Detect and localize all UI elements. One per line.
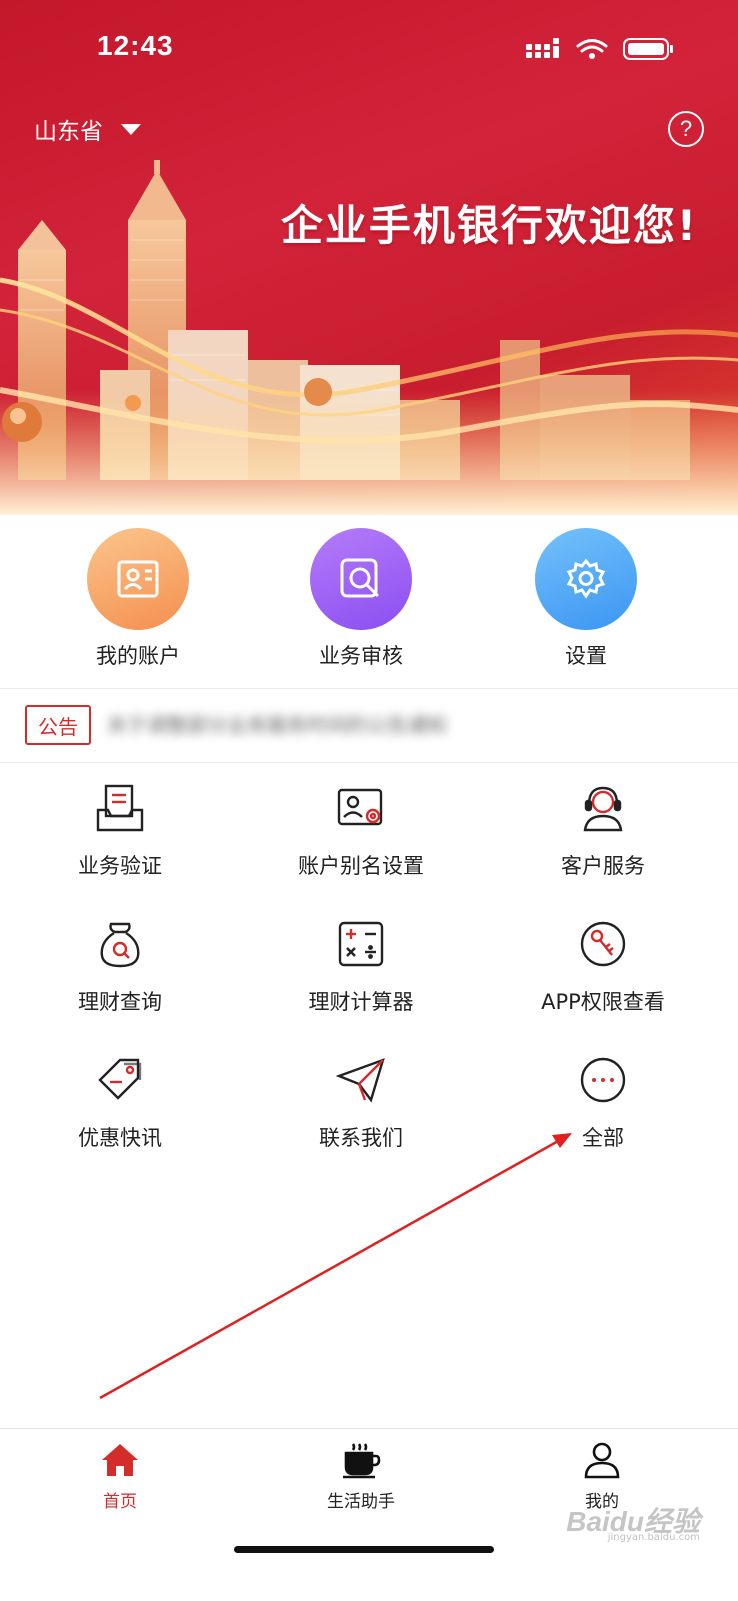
service-account-alias[interactable]: 账户别名设置 [261, 782, 461, 880]
service-promotions[interactable]: 优惠快讯 [20, 1054, 220, 1152]
quick-action-label: 业务审核 [319, 644, 403, 668]
status-bar-icons [526, 38, 673, 60]
tab-life-assistant[interactable]: 生活助手 [291, 1441, 431, 1512]
help-button[interactable]: ? [668, 111, 704, 147]
welcome-banner: 12:43 山东省 ? 企业手机银行欢迎您! [0, 0, 738, 515]
key-icon [580, 921, 626, 967]
service-label: 理财查询 [78, 990, 162, 1014]
service-label: 账户别名设置 [298, 854, 424, 878]
account-card-icon [87, 528, 189, 630]
wifi-icon [576, 39, 608, 53]
quick-action-my-account[interactable]: 我的账户 [48, 528, 228, 670]
watermark-url: jingyan.baidu.com [607, 1532, 700, 1543]
id-card-gear-icon [337, 788, 383, 826]
tab-label: 首页 [103, 1492, 137, 1512]
more-dots-icon [580, 1057, 626, 1103]
coffee-cup-icon [343, 1443, 381, 1479]
service-label: APP权限查看 [541, 990, 665, 1014]
divider [0, 688, 738, 689]
service-label: 客户服务 [561, 854, 645, 878]
help-icon: ? [679, 116, 693, 141]
home-indicator[interactable] [234, 1546, 494, 1553]
home-icon [102, 1444, 138, 1476]
notice-tag: 公告 [25, 705, 91, 745]
tag-icon [98, 1058, 142, 1100]
paper-plane-icon [335, 1058, 385, 1103]
quick-action-business-review[interactable]: 业务审核 [271, 528, 451, 670]
quick-action-settings[interactable]: 设置 [496, 528, 676, 670]
region-label: 山东省 [34, 119, 103, 145]
service-label: 优惠快讯 [78, 1126, 162, 1150]
quick-action-label: 我的账户 [96, 644, 180, 668]
notice-text: 关于调整部分业务服务时间的公告通知 [107, 713, 447, 737]
gear-icon [535, 528, 637, 630]
welcome-title: 企业手机银行欢迎您! [280, 201, 698, 250]
service-wealth-query[interactable]: 理财查询 [20, 918, 220, 1016]
service-wealth-calculator[interactable]: 理财计算器 [261, 918, 461, 1016]
money-bag-search-icon [100, 922, 140, 968]
status-time: 12:43 [97, 30, 174, 61]
service-label: 联系我们 [319, 1126, 403, 1150]
region-selector[interactable]: 山东省 [34, 112, 141, 146]
battery-icon [623, 38, 673, 60]
calculator-icon [338, 921, 384, 967]
signal-icon [526, 38, 559, 58]
quick-action-label: 设置 [565, 644, 607, 668]
divider [0, 762, 738, 763]
notice-bar[interactable]: 公告 关于调整部分业务服务时间的公告通知 [0, 690, 738, 760]
service-label: 业务验证 [78, 854, 162, 878]
service-label: 全部 [582, 1126, 624, 1150]
user-icon [584, 1442, 620, 1479]
document-tray-icon [96, 784, 144, 832]
service-contact-us[interactable]: 联系我们 [261, 1054, 461, 1152]
search-review-icon [310, 528, 412, 630]
service-customer-service[interactable]: 客户服务 [503, 782, 703, 880]
service-business-verification[interactable]: 业务验证 [20, 782, 220, 880]
chevron-down-icon [121, 123, 141, 135]
service-all[interactable]: 全部 [503, 1054, 703, 1152]
service-app-permissions[interactable]: APP权限查看 [503, 918, 703, 1016]
tab-label: 生活助手 [327, 1492, 395, 1512]
quick-actions: 我的账户 业务审核 设置 [0, 515, 738, 685]
tab-home[interactable]: 首页 [50, 1441, 190, 1512]
headset-agent-icon [583, 786, 623, 832]
service-label: 理财计算器 [308, 990, 414, 1014]
